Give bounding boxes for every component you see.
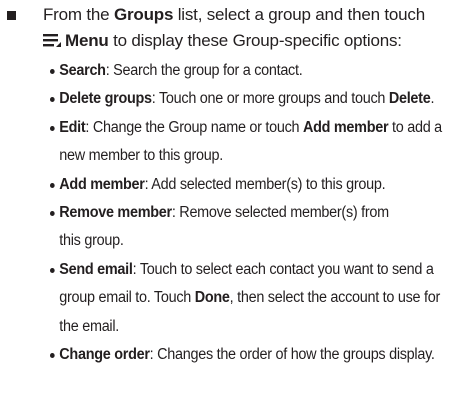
bullet-dot — [50, 69, 55, 74]
intro-paragraph: From the Groups list, select a group and… — [43, 2, 468, 54]
option-desc: : Add selected member(s) to this group. — [144, 175, 386, 193]
bullet-dot — [50, 125, 55, 131]
menu-icon — [43, 34, 61, 47]
option-edit: Edit: Change the Group name or touch Add… — [50, 114, 472, 171]
bullet-dot — [50, 211, 55, 217]
intro-text: to display these Group-specific options: — [108, 31, 402, 50]
option-desc: : Touch to select each contact you want … — [132, 260, 434, 278]
menu-term: Menu — [65, 31, 109, 50]
delete-term: Delete — [388, 90, 431, 108]
option-desc: , then select the account to use for — [229, 289, 441, 307]
option-desc: : Change the Group name or touch — [85, 118, 303, 136]
option-term: Remove member — [59, 204, 172, 222]
groups-term: Groups — [113, 5, 174, 24]
option-change-order: Change order: Changes the order of how t… — [50, 341, 472, 369]
option-add-member: Add member: Add selected member(s) to th… — [50, 171, 472, 199]
add-member-term: Add member — [302, 118, 389, 136]
bullet-dot — [50, 182, 55, 188]
option-term: Search — [59, 62, 106, 79]
option-send-email: Send email: Touch to select each contact… — [50, 256, 472, 341]
done-term: Done — [194, 289, 230, 307]
option-desc: group email to. Touch — [59, 289, 195, 307]
option-desc: this group. — [59, 232, 124, 250]
bullet-dot — [50, 267, 55, 273]
option-delete-groups: Delete groups: Touch one or more groups … — [50, 85, 472, 113]
intro-text: list, select a group and then touch — [173, 5, 425, 24]
option-desc: : Changes the order of how the groups di… — [149, 346, 435, 364]
options-list: Search: Search the group for a contact. … — [50, 57, 470, 369]
option-term: Send email — [59, 260, 133, 278]
option-desc: : Remove selected member(s) from — [171, 204, 389, 222]
option-term: Edit — [59, 118, 86, 136]
option-search: Search: Search the group for a contact. — [50, 57, 472, 85]
bullet-dot — [50, 97, 55, 103]
option-desc: : Search the group for a contact. — [105, 62, 303, 79]
intro-text: From the — [43, 5, 114, 24]
bullet-dot — [50, 353, 55, 359]
option-desc: : Touch one or more groups and touch — [151, 90, 389, 108]
option-term: Delete groups — [59, 90, 152, 108]
bullet-square — [7, 11, 16, 20]
option-desc: new member to this group. — [59, 147, 223, 165]
option-term: Change order — [59, 346, 150, 364]
option-term: Add member — [59, 175, 145, 193]
option-desc: to add a — [388, 118, 442, 136]
option-desc: . — [430, 90, 435, 108]
option-desc: the email. — [59, 317, 120, 335]
option-remove-member: Remove member: Remove selected member(s)… — [50, 199, 472, 256]
